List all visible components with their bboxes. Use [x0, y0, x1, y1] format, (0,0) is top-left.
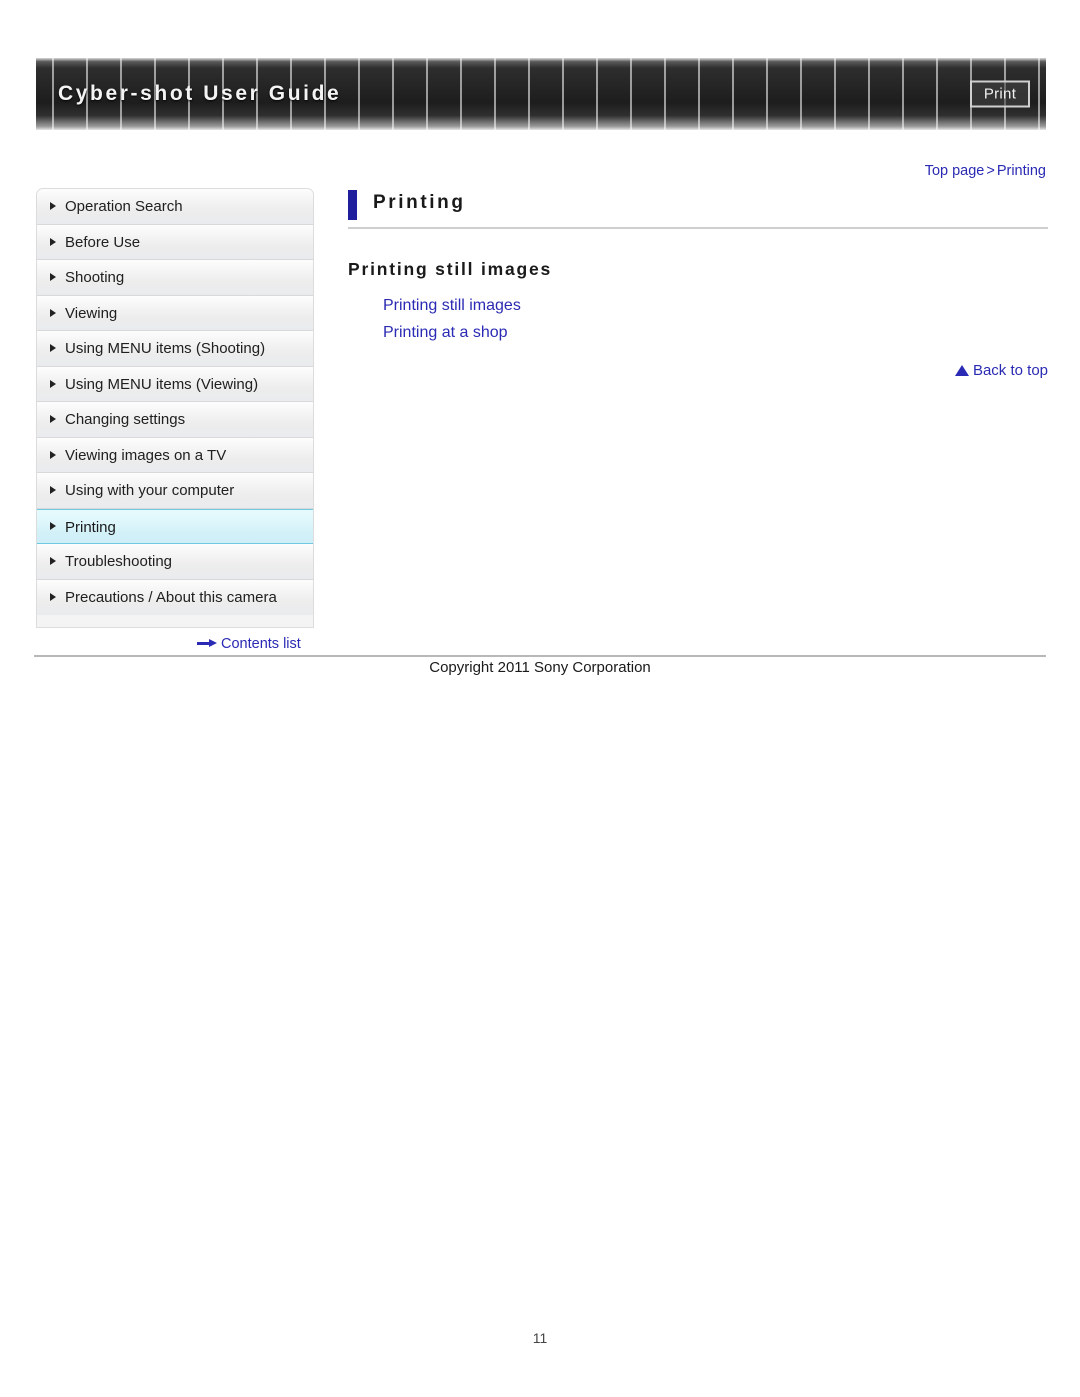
arrow-right-icon [197, 638, 217, 648]
sidebar-item-label: Before Use [65, 233, 141, 251]
sidebar-item-printing[interactable]: Printing [37, 508, 313, 544]
sidebar-navigation: Operation Search Before Use Shooting Vie… [36, 188, 314, 628]
triangle-bullet-icon [50, 237, 56, 246]
breadcrumb-link-top-page[interactable]: Top page [925, 163, 985, 179]
triangle-bullet-icon [50, 202, 56, 211]
sidebar-item-label: Viewing images on a TV [65, 446, 227, 464]
sidebar-item-label: Using with your computer [65, 482, 235, 499]
sidebar-item-label: Troubleshooting [65, 553, 173, 570]
contents-list-link[interactable]: Contents list [197, 636, 301, 652]
sidebar-item-using-with-your-computer[interactable]: Using with your computer [37, 473, 313, 509]
triangle-bullet-icon [50, 486, 56, 495]
triangle-bullet-icon [50, 344, 56, 353]
breadcrumb-separator: > [986, 163, 995, 179]
sidebar-item-viewing[interactable]: Viewing [37, 295, 313, 331]
triangle-bullet-icon [50, 450, 56, 459]
sidebar-item-label: Precautions / About this camera [65, 588, 277, 606]
triangle-bullet-icon [50, 273, 56, 282]
sidebar-item-label: Changing settings [65, 411, 186, 428]
sidebar-item-label: Printing [65, 518, 116, 536]
sidebar-item-label: Operation Search [65, 198, 183, 215]
heading-accent-bar [348, 190, 357, 220]
sidebar-item-before-use[interactable]: Before Use [37, 224, 313, 260]
page-title-block: Printing [348, 188, 1048, 229]
print-button[interactable]: Print [970, 80, 1030, 108]
footer-divider [34, 655, 1046, 657]
main-content: Printing Printing still images Printing … [348, 188, 1048, 379]
sidebar-item-label: Viewing [65, 304, 118, 322]
triangle-bullet-icon [50, 415, 56, 424]
topic-link-printing-at-a-shop[interactable]: Printing at a shop [383, 319, 1048, 346]
sidebar-item-troubleshooting[interactable]: Troubleshooting [37, 544, 313, 580]
sidebar-item-viewing-images-on-a-tv[interactable]: Viewing images on a TV [37, 437, 313, 473]
triangle-bullet-icon [50, 379, 56, 388]
page-title: Printing [373, 192, 466, 213]
triangle-bullet-icon [50, 308, 56, 317]
app-title: Cyber-shot User Guide [58, 82, 342, 105]
triangle-bullet-icon [50, 593, 56, 602]
triangle-bullet-icon [50, 522, 56, 531]
sidebar-item-precautions-about-this-camera[interactable]: Precautions / About this camera [37, 579, 313, 615]
sidebar-item-label: Shooting [65, 269, 125, 286]
breadcrumb-current: Printing [996, 163, 1046, 179]
contents-list-label: Contents list [221, 636, 301, 652]
sidebar-item-shooting[interactable]: Shooting [37, 260, 313, 296]
back-to-top-link[interactable]: Back to top [348, 362, 1048, 379]
sidebar-item-label: Using MENU items (Shooting) [65, 340, 266, 357]
app-header-banner: Cyber-shot User Guide Print [36, 58, 1046, 130]
copyright-text: Copyright 2011 Sony Corporation [429, 659, 651, 676]
page-number: 11 [532, 1330, 548, 1346]
document-page: Cyber-shot User Guide Print Top page > Pri… [0, 0, 1080, 1397]
sidebar-item-label: Using MENU items (Viewing) [65, 375, 259, 393]
sidebar-item-changing-settings[interactable]: Changing settings [37, 402, 313, 438]
topic-link-printing-still-images[interactable]: Printing still images [383, 292, 1048, 319]
breadcrumb: Top page > Printing [925, 163, 1046, 179]
triangle-up-icon [954, 365, 969, 376]
sidebar-item-using-menu-items-viewing[interactable]: Using MENU items (Viewing) [37, 366, 313, 402]
back-to-top-label: Back to top [972, 362, 1048, 379]
topic-link-list: Printing still images Printing at a shop [348, 292, 1048, 346]
triangle-bullet-icon [50, 557, 56, 566]
sidebar-item-using-menu-items-shooting[interactable]: Using MENU items (Shooting) [37, 331, 313, 367]
section-heading: Printing still images [348, 259, 553, 279]
sidebar-item-operation-search[interactable]: Operation Search [37, 189, 313, 225]
